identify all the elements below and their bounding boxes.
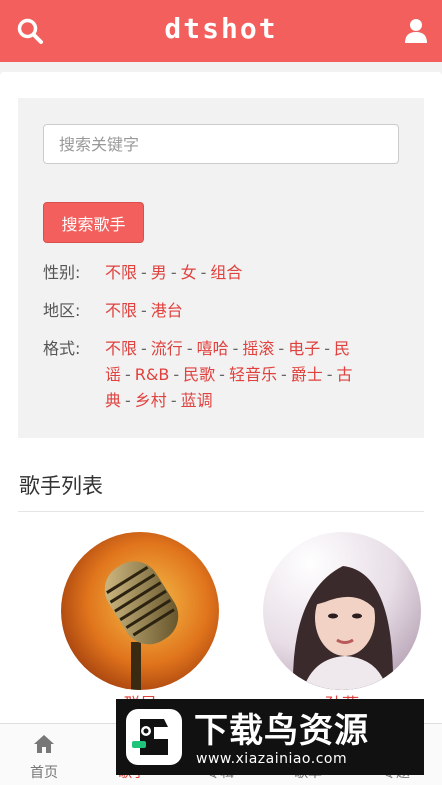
filter-separator: - [141, 339, 147, 358]
filter-option-link[interactable]: 摇滚 [242, 339, 274, 358]
watermark-banner: 下载鸟资源 www.xiazainiao.com [116, 699, 424, 775]
search-singer-button[interactable]: 搜索歌手 [43, 202, 144, 243]
filter-separator: - [125, 365, 131, 384]
filter-separator: - [232, 339, 239, 358]
filter-separator: - [324, 339, 330, 358]
filter-separator: - [141, 301, 147, 320]
filter-separator: - [326, 365, 333, 384]
singer-avatar[interactable] [263, 532, 421, 690]
filter-option-link[interactable]: 不限 [105, 339, 137, 358]
filter-option-link[interactable]: 蓝调 [181, 391, 213, 410]
filter-region-options: 不限 - 港台 [105, 298, 375, 324]
filter-option-link[interactable]: 不限 [105, 263, 137, 282]
filter-separator: - [219, 365, 225, 384]
filter-separator: - [125, 391, 131, 410]
tab-home[interactable]: 首页 [0, 724, 88, 785]
filter-option-link[interactable]: 乡村 [135, 391, 167, 410]
filter-separator: - [278, 339, 285, 358]
filter-separator: - [200, 263, 207, 282]
filter-option-link[interactable]: 嘻哈 [197, 339, 229, 358]
filter-separator: - [280, 365, 287, 384]
filter-option-link[interactable]: 港台 [151, 301, 183, 320]
tab-label: 首页 [30, 765, 58, 781]
filter-option-link[interactable]: 男 [151, 263, 167, 282]
divider [18, 511, 424, 512]
search-input[interactable] [43, 124, 399, 164]
portrait-photo-icon [263, 532, 421, 690]
filter-option-link[interactable]: 电子 [288, 339, 320, 358]
filter-separator: - [170, 391, 177, 410]
bird-logo-icon [126, 709, 182, 765]
filter-genre-options: 不限 - 流行 - 嘻哈 - 摇滚 - 电子 - 民谣 - R&B - 民歌 - 轻音乐 - 爵士 - 古典 - 乡村 - 蓝调 [105, 336, 375, 414]
filter-genre-label: 格式: [43, 339, 81, 358]
filter-panel: 搜索歌手 性别: 不限-男-女-组合 地区: 不限-港台 格式: 不限-流行-嘻… [18, 98, 424, 438]
filter-option-link[interactable]: 不限 [105, 301, 137, 320]
section-title: 歌手列表 [19, 474, 103, 498]
filter-option-link[interactable]: 民歌 [183, 365, 215, 384]
filter-option-link[interactable]: 组合 [210, 263, 242, 282]
filter-separator: - [173, 365, 180, 384]
home-icon [34, 735, 54, 753]
microphone-photo-icon [61, 532, 219, 690]
filter-option-link[interactable]: 爵士 [291, 365, 323, 384]
filter-gender: 性别: 不限 - 男 - 女 - 组合 [43, 260, 393, 286]
app-header: dtshot [0, 0, 442, 62]
filter-separator: - [186, 339, 193, 358]
filter-region-label: 地区: [43, 301, 81, 320]
filter-option-link[interactable]: 轻音乐 [229, 365, 277, 384]
main-content: 搜索歌手 性别: 不限-男-女-组合 地区: 不限-港台 格式: 不限-流行-嘻… [0, 72, 442, 785]
user-icon[interactable] [402, 17, 430, 45]
watermark-title: 下载鸟资源 [194, 711, 369, 751]
filter-separator: - [170, 263, 177, 282]
watermark-url: www.xiazainiao.com [196, 751, 348, 767]
filter-option-link[interactable]: 流行 [151, 339, 183, 358]
filter-separator: - [141, 263, 147, 282]
filter-genre: 格式: 不限 - 流行 - 嘻哈 - 摇滚 - 电子 - 民谣 - R&B - 民歌 - 轻音乐 - 爵士 - 古典 - 乡… [43, 336, 393, 416]
filter-gender-label: 性别: [43, 263, 81, 282]
filter-option-link[interactable]: 女 [181, 263, 197, 282]
filter-region: 地区: 不限 - 港台 [43, 298, 393, 324]
app-logo[interactable]: dtshot [0, 12, 442, 45]
filter-gender-options: 不限 - 男 - 女 - 组合 [105, 260, 375, 286]
filter-option-link[interactable]: R&B [135, 365, 170, 384]
singer-avatar[interactable] [61, 532, 219, 690]
